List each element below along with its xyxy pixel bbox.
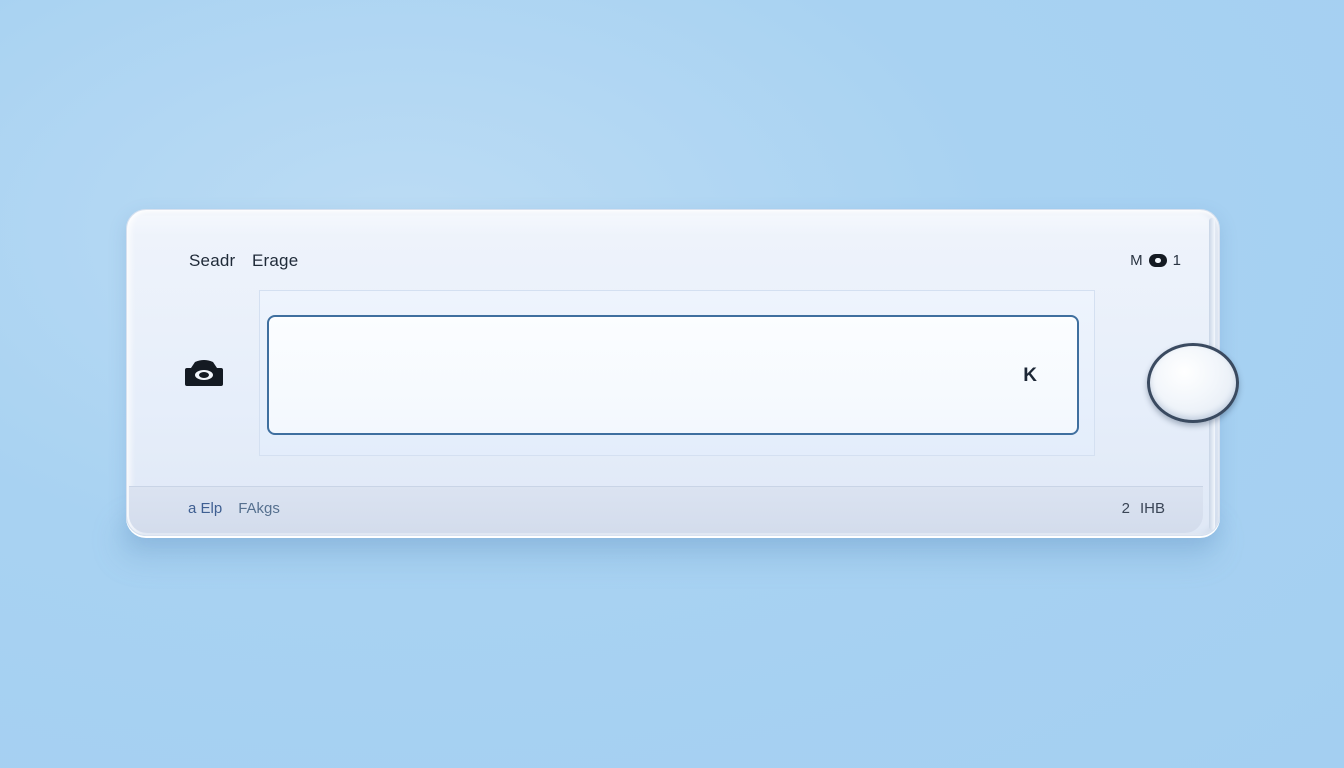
status-letter: M (1130, 252, 1143, 269)
search-input[interactable] (283, 347, 987, 399)
round-knob-button[interactable] (1147, 343, 1239, 423)
toggle-dot-icon[interactable] (1148, 254, 1167, 267)
page-number: 2 (1121, 500, 1130, 517)
faqs-link[interactable]: FAkgs (238, 500, 280, 517)
camera-icon[interactable] (185, 360, 223, 386)
bottom-right-group: 2 IHB (1122, 500, 1165, 517)
erage-label[interactable]: Erage (252, 251, 298, 271)
status-text: IHB (1139, 500, 1165, 517)
bottom-bar: a Elp FAkgs 2 IHB (129, 486, 1203, 533)
search-label[interactable]: Seadr (189, 251, 235, 271)
status-cluster: M 1 (1130, 252, 1181, 269)
search-field[interactable]: K (267, 315, 1079, 435)
status-number: 1 (1172, 252, 1181, 269)
help-link[interactable]: a Elp (188, 500, 222, 517)
bottom-left-group: a Elp FAkgs (188, 500, 280, 517)
display-panel: K (259, 290, 1095, 456)
device-panel: Seadr Erage M 1 K a Elp FAkgs 2 IHB (126, 209, 1239, 536)
skip-back-icon[interactable]: K (1023, 365, 1037, 387)
